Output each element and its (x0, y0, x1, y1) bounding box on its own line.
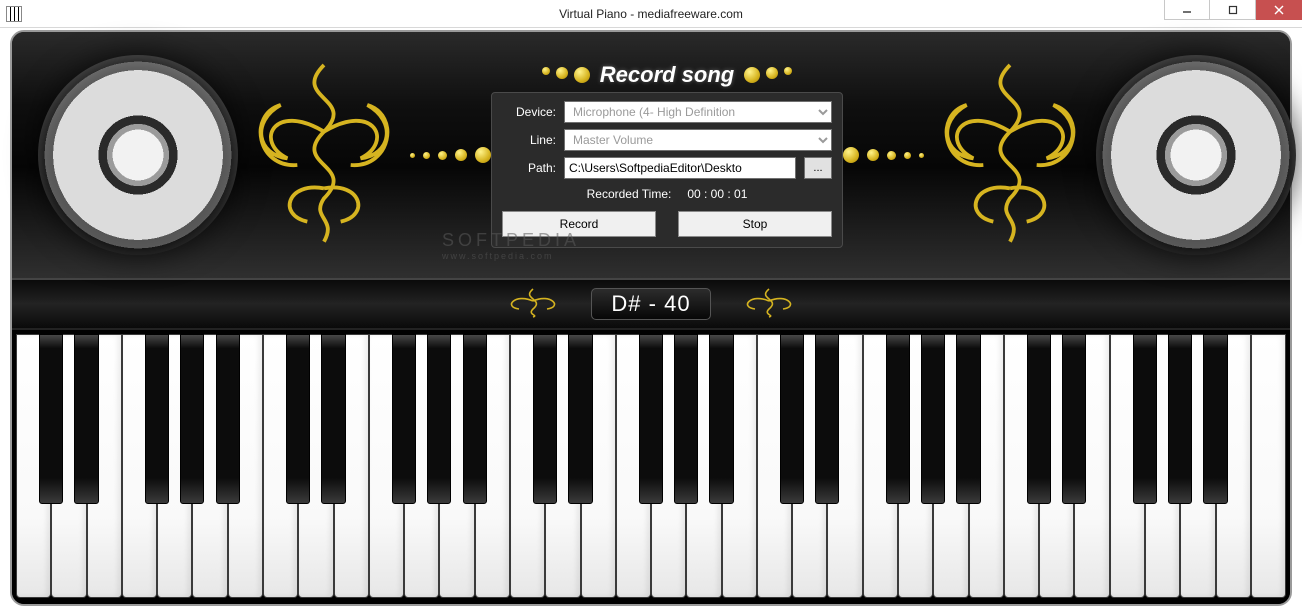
black-key[interactable] (463, 334, 487, 504)
black-key[interactable] (956, 334, 980, 504)
app-icon (6, 6, 22, 22)
left-ornament-icon (238, 55, 410, 255)
browse-button[interactable]: ... (804, 157, 832, 179)
black-key[interactable] (216, 334, 240, 504)
keyboard (12, 330, 1290, 604)
right-dots-icon (843, 147, 924, 163)
black-key[interactable] (815, 334, 839, 504)
piano-frame: Record song Device: Microphone (4- High … (10, 30, 1292, 606)
top-panel: Record song Device: Microphone (4- High … (12, 32, 1290, 278)
right-mini-ornament-icon (729, 285, 809, 324)
right-ornament-icon (924, 55, 1096, 255)
left-dots-icon (410, 147, 491, 163)
record-box: Device: Microphone (4- High Definition L… (491, 92, 843, 248)
black-key[interactable] (674, 334, 698, 504)
device-label: Device: (502, 105, 556, 119)
line-label: Line: (502, 133, 556, 147)
black-key[interactable] (321, 334, 345, 504)
window-titlebar: Virtual Piano - mediafreeware.com (0, 0, 1302, 28)
black-key[interactable] (533, 334, 557, 504)
recorded-time-value: 00 : 00 : 01 (687, 187, 747, 201)
black-key[interactable] (886, 334, 910, 504)
close-button[interactable] (1256, 0, 1302, 20)
black-key[interactable] (392, 334, 416, 504)
left-mini-ornament-icon (493, 285, 573, 324)
black-key[interactable] (145, 334, 169, 504)
window-title: Virtual Piano - mediafreeware.com (0, 7, 1302, 21)
note-display: D# - 40 (591, 288, 711, 320)
black-key[interactable] (1168, 334, 1192, 504)
recorded-time-label: Recorded Time: (587, 187, 672, 201)
note-bar: D# - 40 (12, 278, 1290, 330)
black-key[interactable] (180, 334, 204, 504)
path-label: Path: (502, 161, 556, 175)
record-heading: Record song (600, 62, 734, 88)
record-heading-row: Record song (542, 62, 792, 88)
minimize-button[interactable] (1164, 0, 1210, 20)
black-key[interactable] (639, 334, 663, 504)
stop-button[interactable]: Stop (678, 211, 832, 237)
black-key[interactable] (286, 334, 310, 504)
white-key[interactable] (1251, 334, 1286, 598)
record-button[interactable]: Record (502, 211, 656, 237)
line-select[interactable]: Master Volume (564, 129, 832, 151)
black-key[interactable] (39, 334, 63, 504)
black-key[interactable] (74, 334, 98, 504)
app-body: Record song Device: Microphone (4- High … (0, 28, 1302, 610)
black-key[interactable] (1133, 334, 1157, 504)
black-key[interactable] (709, 334, 733, 504)
black-key[interactable] (780, 334, 804, 504)
black-key[interactable] (568, 334, 592, 504)
black-key[interactable] (1062, 334, 1086, 504)
right-speaker-icon (1096, 55, 1296, 255)
black-key[interactable] (1203, 334, 1227, 504)
black-key[interactable] (427, 334, 451, 504)
device-select[interactable]: Microphone (4- High Definition (564, 101, 832, 123)
black-key[interactable] (921, 334, 945, 504)
left-speaker-icon (38, 55, 238, 255)
maximize-button[interactable] (1210, 0, 1256, 20)
window-controls (1164, 0, 1302, 27)
path-input[interactable] (564, 157, 796, 179)
black-key[interactable] (1027, 334, 1051, 504)
record-panel: Record song Device: Microphone (4- High … (491, 62, 843, 248)
